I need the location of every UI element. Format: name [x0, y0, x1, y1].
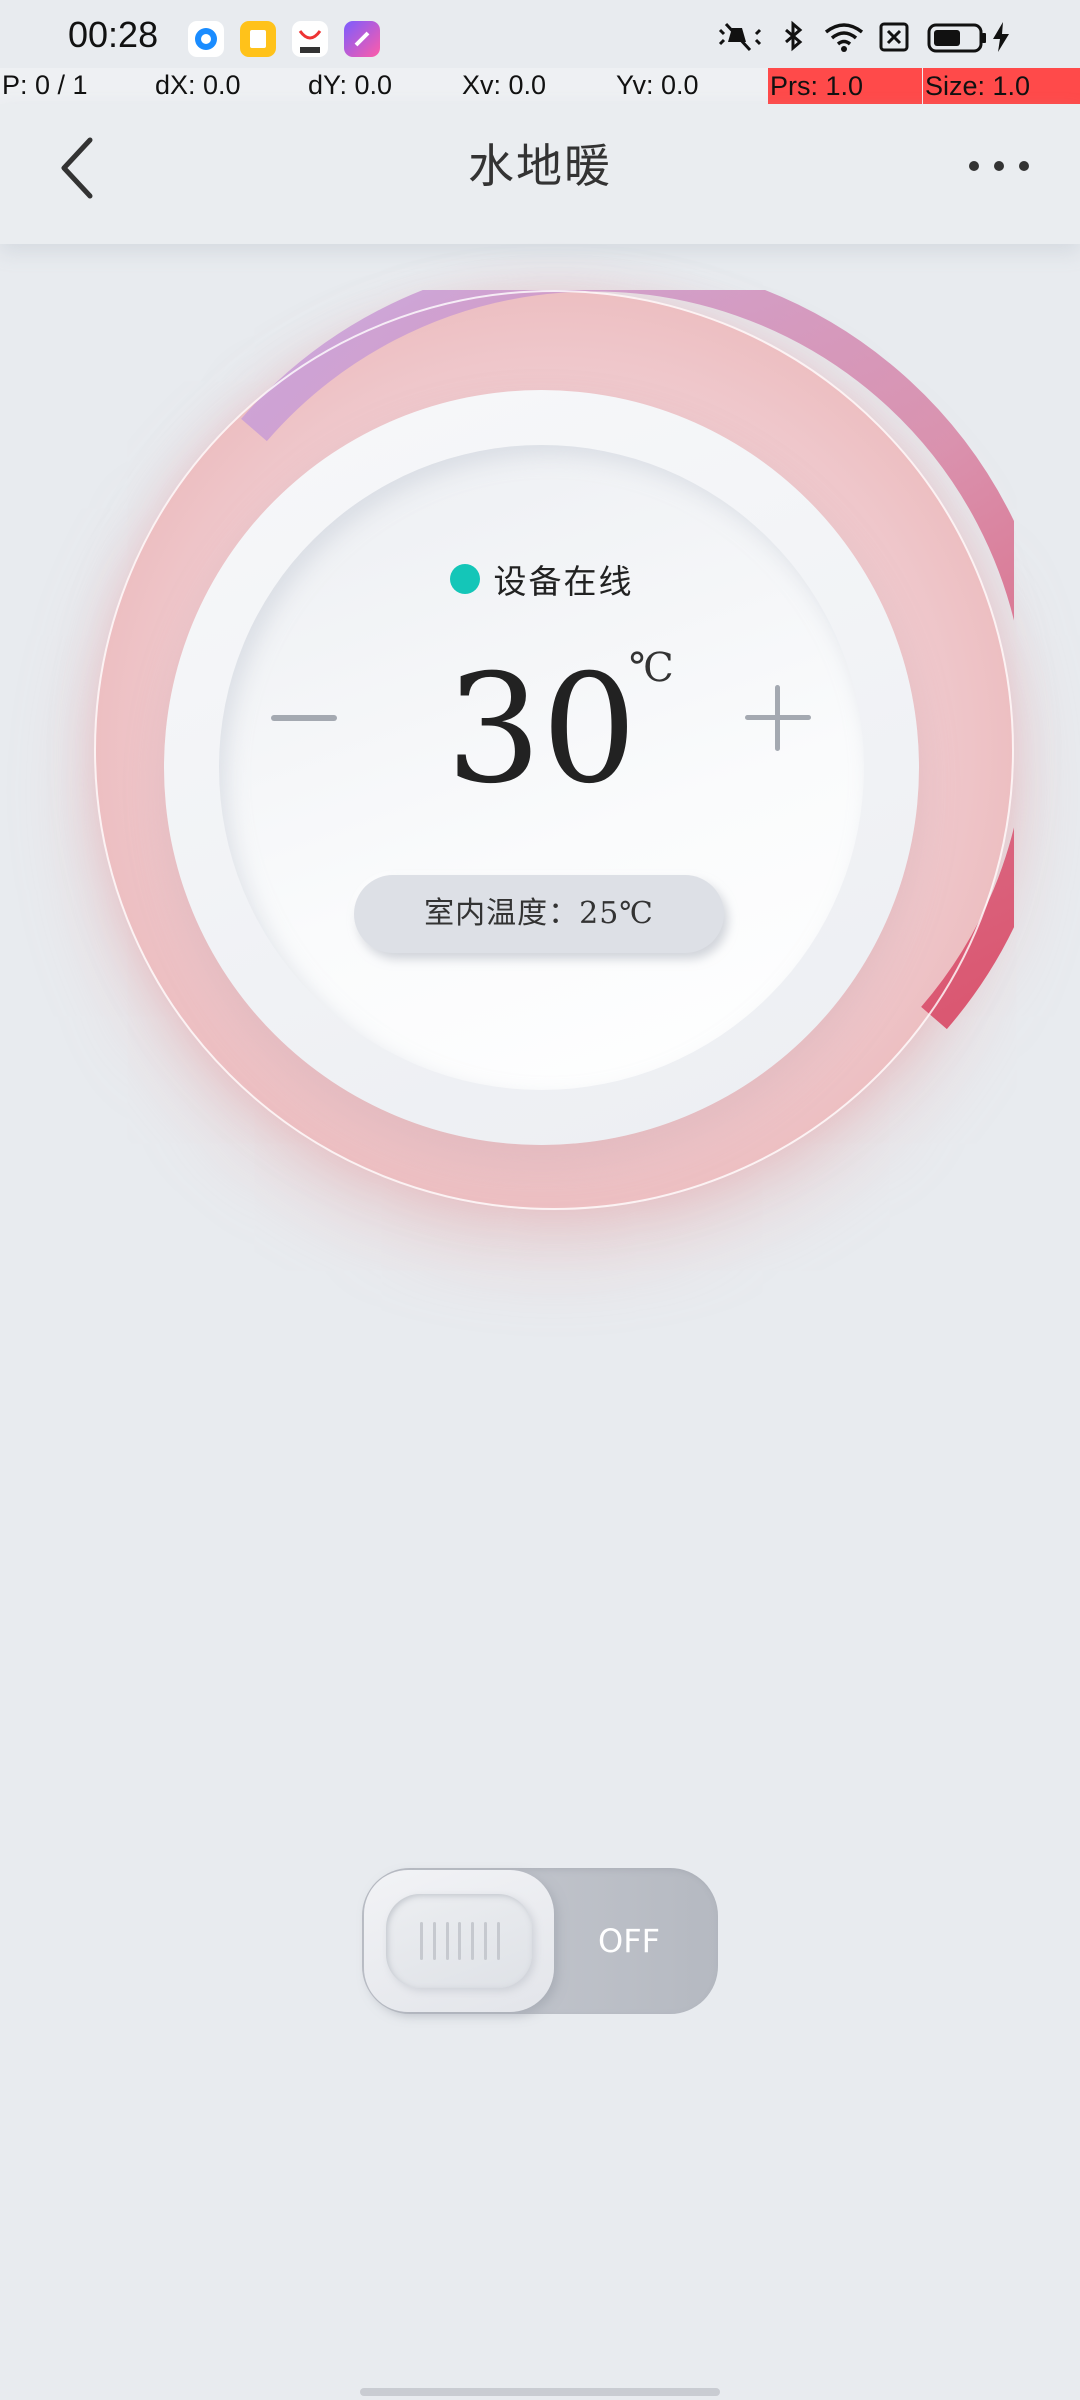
temperature-unit: ℃ [629, 645, 674, 691]
notes-app-icon [240, 21, 276, 57]
device-status-text: 设备在线 [493, 562, 634, 601]
debug-yv: Yv: 0.0 [616, 70, 699, 100]
thermostat-dial[interactable]: 设备在线 30 ℃ 室内温度：25℃ [94, 290, 1014, 1210]
status-bar: 00:28 [0, 0, 1080, 68]
toggle-knob[interactable] [364, 1870, 554, 2012]
debug-dx: dX: 0.0 [155, 70, 241, 100]
dial-inner-disc: 设备在线 30 ℃ 室内温度：25℃ [164, 390, 919, 1145]
debug-size: Size: 1.0 [923, 68, 1080, 104]
room-temperature-label: 室内温度： [424, 896, 580, 931]
debug-xv: Xv: 0.0 [462, 70, 547, 100]
more-options-button[interactable] [966, 154, 1036, 184]
device-status: 设备在线 [219, 555, 864, 603]
app-header: 水地暖 [0, 104, 1080, 244]
battery-icon [926, 20, 992, 58]
charging-icon [990, 20, 1012, 58]
room-temperature-pill: 室内温度：25℃ [354, 875, 724, 953]
pointer-debug-bar: P: 0 / 1 dX: 0.0 dY: 0.0 Xv: 0.0 Yv: 0.0… [0, 68, 1080, 104]
store-app-icon [292, 21, 328, 57]
debug-prs: Prs: 1.0 [768, 68, 922, 104]
online-status-dot [449, 564, 480, 594]
debug-dy: dY: 0.0 [308, 70, 393, 100]
browser-app-icon [188, 21, 224, 57]
status-time: 00:28 [68, 14, 159, 55]
more-dots-icon [969, 161, 1029, 171]
toggle-knob-inner [386, 1894, 532, 1988]
room-temperature-value: 25℃ [579, 896, 654, 931]
page-title: 水地暖 [468, 139, 612, 193]
power-toggle[interactable]: OFF [362, 1868, 718, 2014]
sim-error-icon [878, 20, 910, 58]
toggle-state-label: OFF [598, 1922, 660, 1960]
increase-temperature-button[interactable] [745, 685, 811, 751]
debug-pointer: P: 0 / 1 [2, 70, 88, 100]
mute-icon [716, 20, 764, 58]
editor-app-icon [344, 21, 380, 57]
home-indicator[interactable] [360, 2388, 720, 2396]
grip-lines-icon [420, 1922, 500, 1960]
wifi-icon [822, 20, 866, 58]
bluetooth-icon [780, 20, 808, 58]
dial-face: 设备在线 30 ℃ 室内温度：25℃ [219, 445, 864, 1090]
